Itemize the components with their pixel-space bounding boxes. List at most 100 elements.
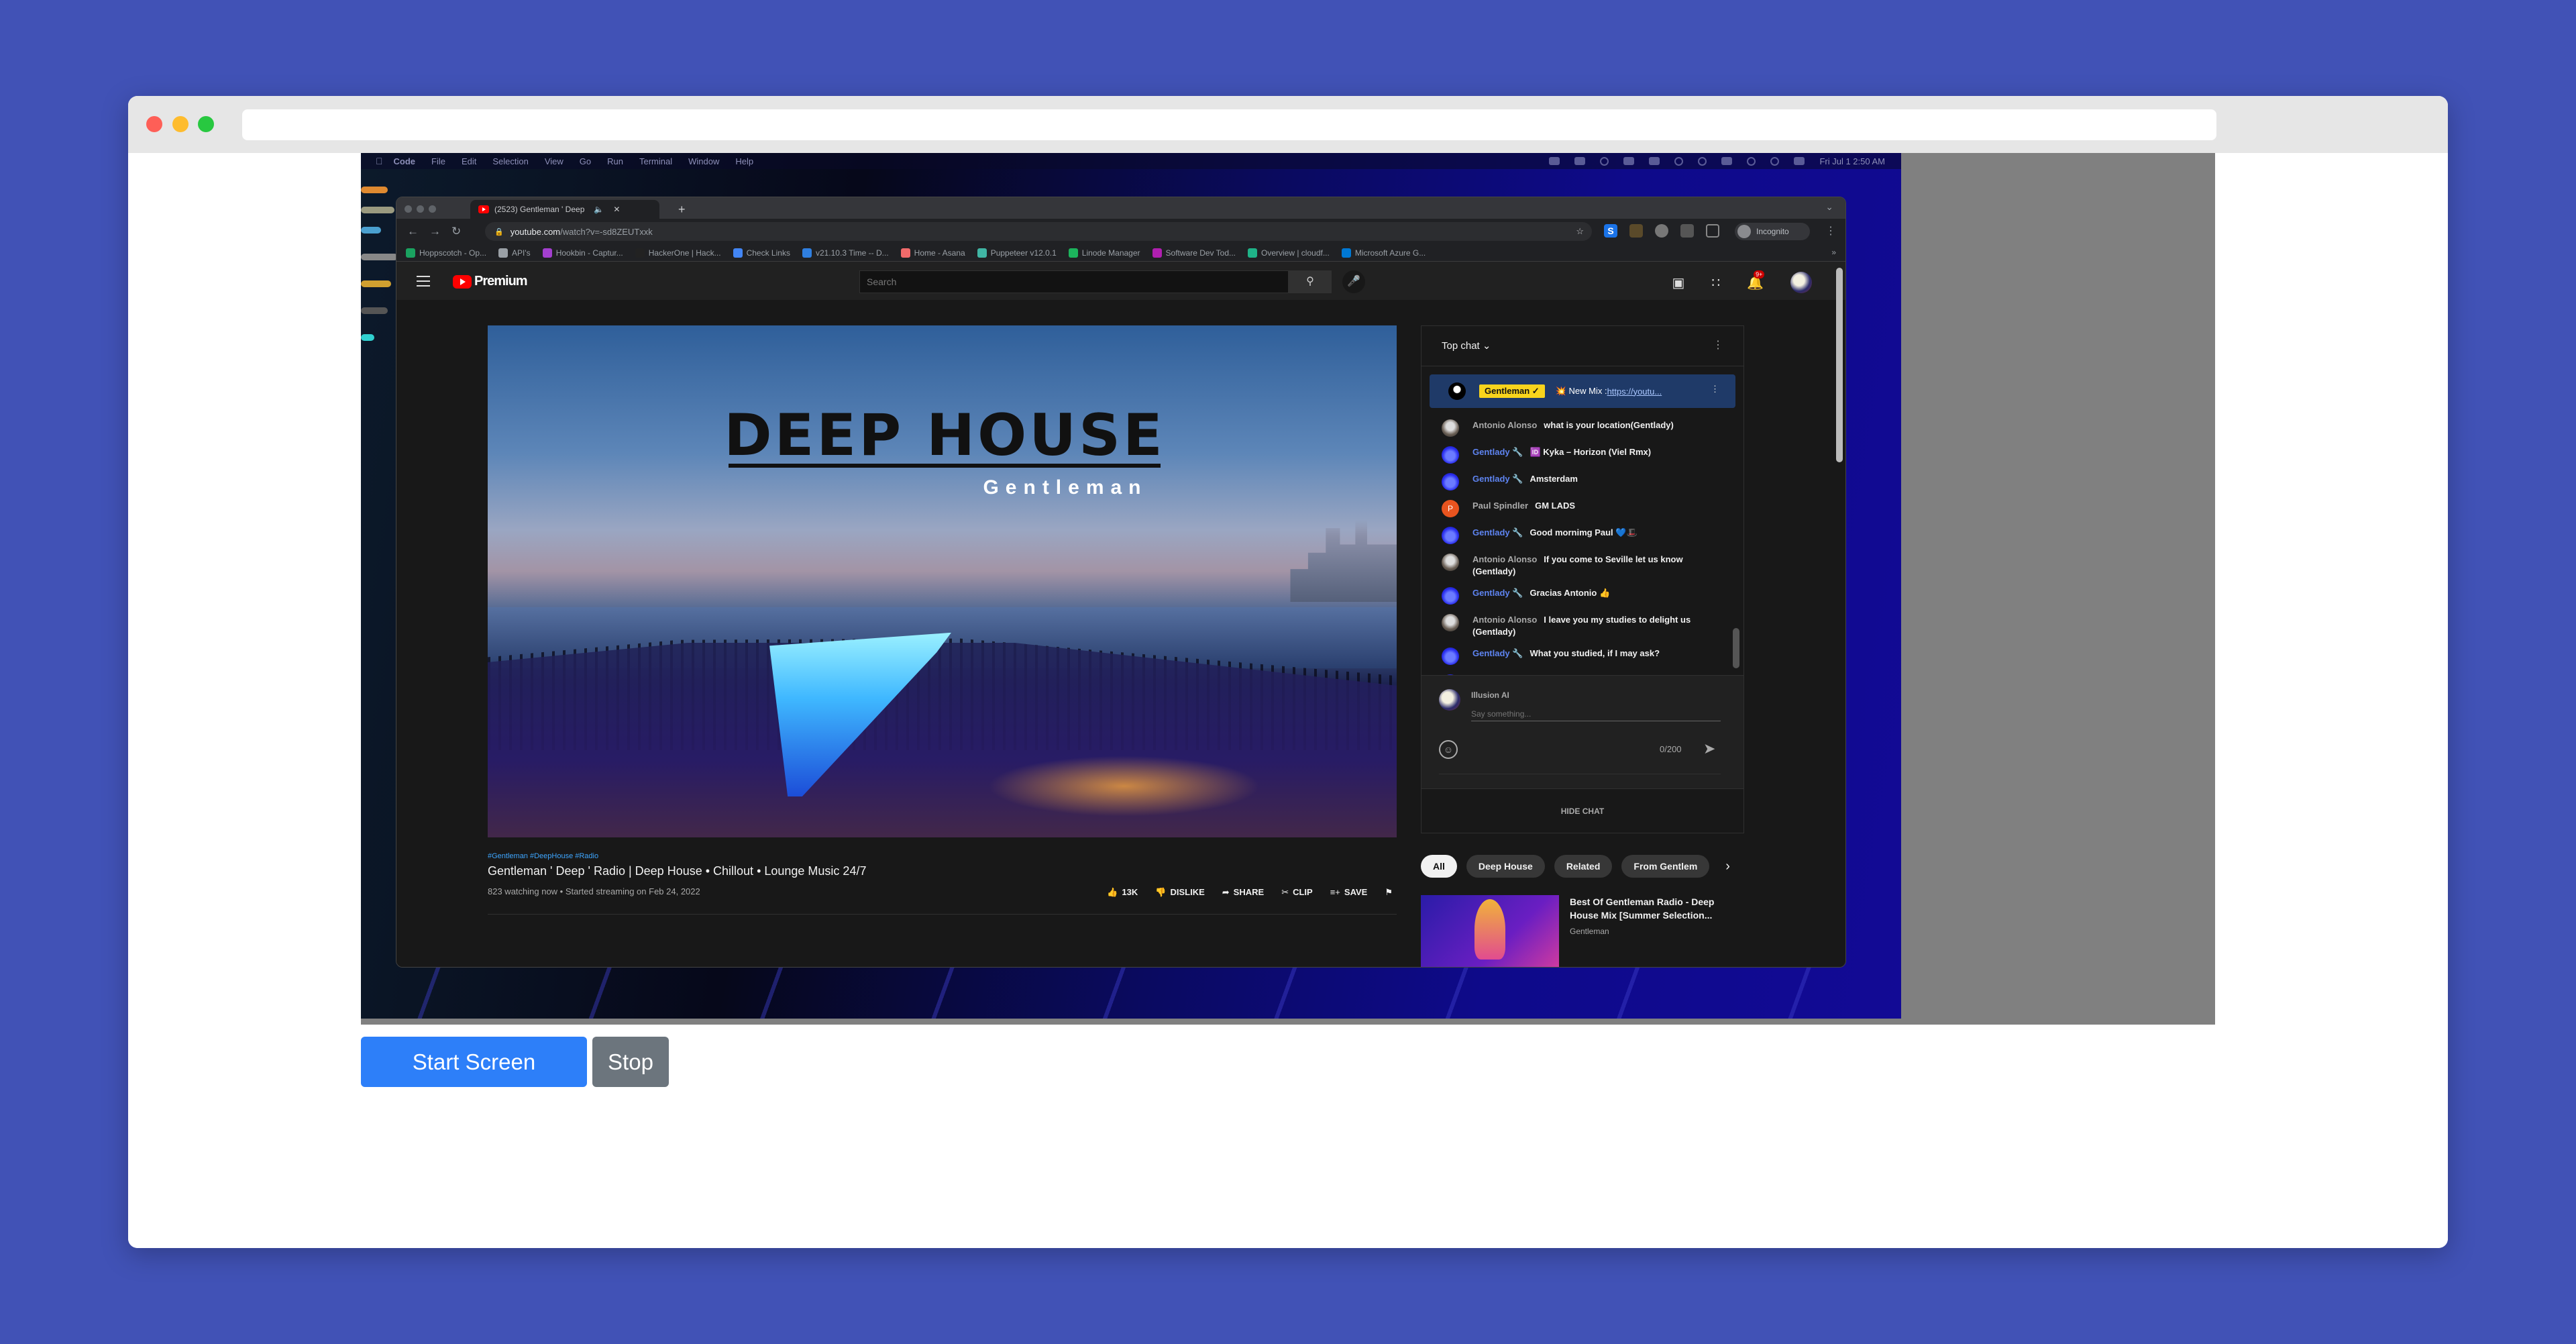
bookmark-item[interactable]: Check Links (733, 248, 790, 258)
play-icon[interactable] (1674, 156, 1684, 166)
bookmark-item[interactable]: Home - Asana (900, 248, 965, 258)
message-author[interactable]: Gentlady 🔧 (1472, 527, 1523, 537)
send-icon[interactable]: ➤ (1703, 740, 1715, 758)
media-icon[interactable] (1680, 224, 1694, 238)
clip-button[interactable]: ✂ CLIP (1281, 887, 1313, 898)
address-bar[interactable] (242, 109, 2216, 140)
chrome-min-dot[interactable] (417, 205, 424, 213)
like-button[interactable]: 👍 13K (1107, 887, 1138, 898)
shield-icon[interactable] (1623, 157, 1635, 165)
chat-message[interactable]: Gentlady 🔧 🆔 Kyka – Horizon (Viel Rmx) (1421, 442, 1743, 468)
message-author[interactable]: Antonio Alonso (1472, 420, 1537, 430)
chat-message[interactable]: Gentlady 🔧 Amsterdam (1421, 468, 1743, 495)
bookmark-item[interactable]: v21.10.3 Time -- D... (802, 248, 889, 258)
control-center-icon[interactable] (1794, 157, 1805, 165)
speaker-icon[interactable]: 🔈 (594, 205, 604, 214)
minimize-window-button[interactable] (172, 116, 189, 132)
menubar-clock[interactable]: Fri Jul 1 2:50 AM (1819, 156, 1885, 166)
menu-item[interactable]: Help (735, 156, 753, 166)
video-thumbnail[interactable] (1421, 895, 1559, 967)
gear-icon[interactable] (1600, 156, 1609, 166)
chat-message[interactable]: Antonio Alonso If you come to Seville let… (1421, 549, 1743, 582)
menu-item[interactable]: Window (688, 156, 719, 166)
chat-message[interactable]: Antonio Alonso I leave you my studies to … (1421, 609, 1743, 643)
maximize-window-button[interactable] (198, 116, 214, 132)
chrome-close-dot[interactable] (405, 205, 412, 213)
bookmark-item[interactable]: API's (498, 248, 531, 258)
message-author[interactable]: Gentlady 🔧 (1472, 474, 1523, 484)
rec-channel[interactable]: Gentleman (1570, 925, 1744, 938)
bookmark-star-icon[interactable]: ☆ (1576, 226, 1584, 237)
wifi-icon[interactable] (1747, 156, 1756, 166)
page-scrollbar[interactable] (1836, 268, 1843, 462)
bookmark-item[interactable]: Hookbin - Captur... (542, 248, 623, 258)
chat-scrollbar[interactable] (1733, 413, 1739, 668)
fork-icon[interactable] (1649, 157, 1660, 165)
puzzle-icon[interactable] (1655, 224, 1668, 238)
menu-item[interactable]: Run (607, 156, 623, 166)
chat-message[interactable]: Gentlady 🔧 Good mornimg Paul 💙🎩 (1421, 522, 1743, 549)
chrome-tab[interactable]: (2523) Gentleman ' Deep 🔈 ✕ (470, 200, 659, 219)
search-icon[interactable] (1770, 156, 1780, 166)
save-button[interactable]: ≡+ SAVE (1330, 887, 1368, 898)
omnibox[interactable]: 🔒 youtube.com /watch?v=-sd8ZEUTxxk ☆ (485, 222, 1592, 241)
dislike-button[interactable]: 👎 DISLIKE (1155, 887, 1204, 898)
avatar[interactable] (1790, 272, 1812, 293)
message-author[interactable]: Antonio Alonso (1472, 615, 1537, 625)
message-author[interactable]: Antonio Alonso (1472, 554, 1537, 564)
chat-input[interactable] (1471, 707, 1721, 721)
report-button[interactable]: ⚑ (1385, 887, 1397, 898)
more-vert-icon[interactable]: ⋮ (1825, 224, 1836, 238)
forward-icon[interactable]: → (429, 225, 441, 238)
video-player[interactable]: DEEP HOUSE Gentleman (488, 325, 1397, 837)
chip-related[interactable]: Related (1554, 855, 1613, 878)
bookmark-item[interactable]: Software Dev Tod... (1152, 248, 1236, 258)
menu-app-name[interactable]: Code (394, 156, 416, 166)
extension-s-icon[interactable]: S (1604, 224, 1617, 238)
more-vert-icon[interactable]: ⋮ (1713, 338, 1723, 352)
apps-grid-icon[interactable]: ∷ (1711, 274, 1720, 291)
message-author[interactable]: Gentlady 🔧 (1472, 648, 1523, 658)
sidebar-icon[interactable] (1706, 224, 1719, 238)
scroll-thumb[interactable] (1733, 628, 1739, 668)
message-author[interactable]: Gentlady 🔧 (1472, 588, 1523, 598)
top-chat-dropdown[interactable]: Top chat ⌄ (1442, 340, 1491, 352)
menu-item[interactable]: File (431, 156, 445, 166)
reload-icon[interactable]: ↻ (451, 225, 461, 238)
rec-title[interactable]: Best Of Gentleman Radio - Deep House Mix… (1570, 895, 1744, 922)
pinned-message[interactable]: Gentleman ✓ 💥 New Mix : https://youtu...… (1430, 374, 1735, 408)
hamburger-menu-icon[interactable] (417, 276, 430, 287)
battery-icon[interactable] (1721, 157, 1733, 165)
hashtags[interactable]: #Gentleman #DeepHouse #Radio (488, 852, 1397, 860)
bookmark-item[interactable]: Hoppscotch - Op... (406, 248, 486, 258)
close-tab-icon[interactable]: ✕ (613, 205, 620, 214)
message-author[interactable]: Paul Spindler (1472, 501, 1528, 511)
recommended-video[interactable]: Best Of Gentleman Radio - Deep House Mix… (1421, 895, 1744, 967)
notifications-button[interactable]: 🔔 9+ (1747, 270, 1765, 291)
hide-chat-button[interactable]: HIDE CHAT (1421, 788, 1743, 833)
chevron-down-icon[interactable]: ⌄ (1825, 201, 1833, 213)
incognito-badge[interactable]: Incognito (1735, 223, 1810, 240)
menu-item[interactable]: Go (580, 156, 591, 166)
chip-all[interactable]: All (1421, 855, 1457, 878)
chip-from-gentleman[interactable]: From Gentlem (1621, 855, 1710, 878)
bookmark-item[interactable]: Overview | cloudf... (1248, 248, 1330, 258)
chat-message[interactable]: Gentlady 🔧 What you studied, if I may ask… (1421, 643, 1743, 670)
chip-deep-house[interactable]: Deep House (1466, 855, 1545, 878)
chevron-right-icon[interactable]: › (1725, 859, 1730, 874)
chrome-max-dot[interactable] (429, 205, 436, 213)
clock-icon[interactable] (1698, 156, 1707, 166)
menu-item[interactable]: Terminal (639, 156, 672, 166)
chat-message[interactable]: Antonio Alonso what is your location(Gent… (1421, 415, 1743, 442)
pinned-link[interactable]: https://youtu... (1607, 386, 1662, 397)
menu-item[interactable]: Selection (492, 156, 528, 166)
search-input[interactable]: Search (859, 270, 1289, 293)
start-screen-sharing-button[interactable]: Start Screen Sharing (361, 1037, 587, 1125)
apple-icon[interactable]:  (376, 156, 383, 166)
extension-bug-icon[interactable] (1629, 224, 1643, 238)
bookmark-item[interactable]: Microsoft Azure G... (1341, 248, 1426, 258)
menu-item[interactable]: View (545, 156, 564, 166)
bookmark-item[interactable]: Puppeteer v12.0.1 (977, 248, 1057, 258)
youtube-logo[interactable]: Premium (453, 274, 528, 289)
mic-button[interactable]: 🎤 (1342, 270, 1365, 293)
